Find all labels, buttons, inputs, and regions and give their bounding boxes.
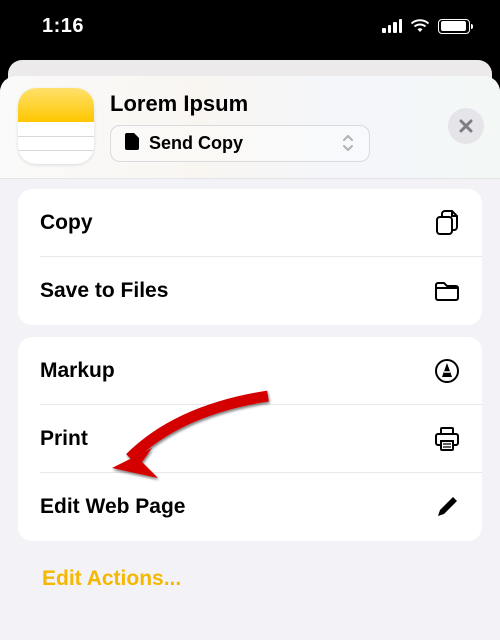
pencil-icon <box>432 492 462 522</box>
sheet-header: Lorem Ipsum Send Copy <box>0 76 500 179</box>
markup-icon <box>432 356 462 386</box>
edit-actions-link[interactable]: Edit Actions... <box>18 553 482 605</box>
row-label: Print <box>40 427 88 451</box>
wifi-icon <box>410 19 430 33</box>
row-print[interactable]: Print <box>18 405 482 473</box>
copy-docs-icon <box>432 208 462 238</box>
row-save-to-files[interactable]: Save to Files <box>18 257 482 325</box>
notes-app-icon <box>18 88 94 164</box>
cellular-icon <box>382 19 402 33</box>
row-copy[interactable]: Copy <box>18 189 482 257</box>
row-label: Save to Files <box>40 279 168 303</box>
folder-icon <box>432 276 462 306</box>
status-bar: 1:16 <box>0 0 500 52</box>
printer-icon <box>432 424 462 454</box>
action-group-2: Markup Print <box>18 337 482 541</box>
row-label: Edit Web Page <box>40 495 185 519</box>
close-icon <box>458 118 474 134</box>
row-markup[interactable]: Markup <box>18 337 482 405</box>
row-label: Markup <box>40 359 115 383</box>
share-sheet: Lorem Ipsum Send Copy <box>0 76 500 640</box>
row-label: Copy <box>40 211 93 235</box>
action-group-1: Copy Save to Files <box>18 189 482 325</box>
document-icon <box>125 133 139 153</box>
battery-icon <box>438 19 470 34</box>
close-button[interactable] <box>448 108 484 144</box>
status-time: 1:16 <box>42 15 84 38</box>
status-right <box>382 19 470 34</box>
row-edit-web-page[interactable]: Edit Web Page <box>18 473 482 541</box>
send-copy-selector[interactable]: Send Copy <box>110 125 370 162</box>
chevron-up-down-icon <box>341 134 355 152</box>
note-title: Lorem Ipsum <box>110 91 432 117</box>
send-copy-label: Send Copy <box>149 133 243 154</box>
